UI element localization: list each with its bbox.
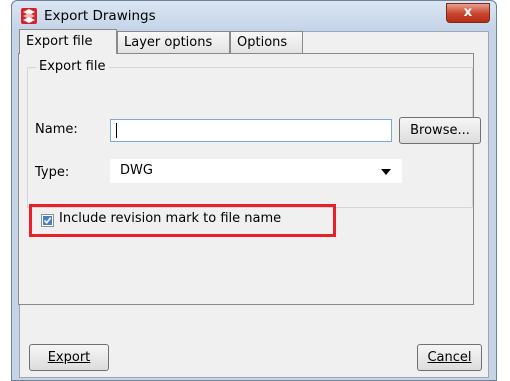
- browse-button[interactable]: Browse...: [399, 117, 481, 144]
- tab-label: Layer options: [124, 35, 213, 50]
- export-drawings-dialog: Export Drawings x Export file Layer opti…: [11, 0, 497, 381]
- app-icon: [21, 8, 37, 24]
- type-label: Type:: [35, 165, 70, 180]
- checkmark-icon: [43, 216, 52, 225]
- include-revision-checkbox[interactable]: [41, 214, 54, 227]
- include-revision-label[interactable]: Include revision mark to file name: [59, 211, 281, 226]
- export-button[interactable]: Export: [29, 344, 109, 371]
- export-label: Export: [47, 350, 91, 365]
- title-bar[interactable]: Export Drawings x: [12, 1, 496, 31]
- close-button[interactable]: x: [446, 3, 490, 23]
- highlight-box: Include revision mark to file name: [29, 204, 336, 237]
- tab-options[interactable]: Options: [230, 31, 303, 53]
- type-select[interactable]: DWG: [110, 159, 402, 183]
- tab-label: Options: [237, 35, 288, 50]
- type-value: DWG: [120, 163, 153, 178]
- text-caret: [116, 123, 117, 138]
- tab-export-file[interactable]: Export file: [19, 29, 117, 54]
- name-input[interactable]: [110, 119, 392, 142]
- browse-label: Browse...: [410, 123, 470, 138]
- tab-label: Export file: [26, 34, 93, 49]
- group-title: Export file: [36, 59, 109, 74]
- cancel-label: Cancel: [427, 350, 472, 365]
- window-title: Export Drawings: [44, 8, 156, 24]
- tab-layer-options[interactable]: Layer options: [117, 31, 230, 53]
- cancel-button[interactable]: Cancel: [417, 344, 482, 371]
- name-label: Name:: [35, 122, 78, 137]
- close-icon: x: [463, 5, 473, 20]
- chevron-down-icon: [381, 169, 391, 175]
